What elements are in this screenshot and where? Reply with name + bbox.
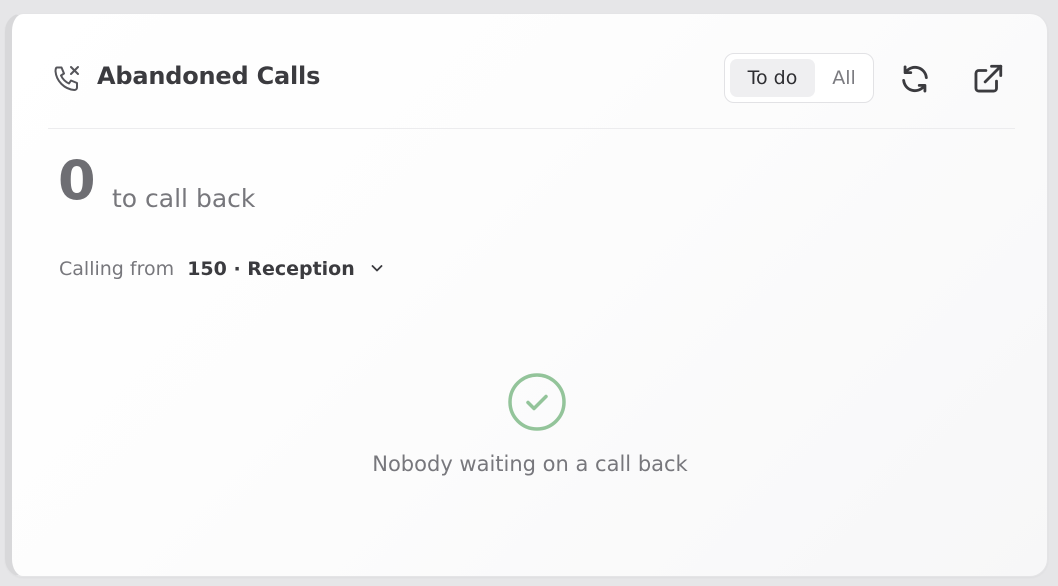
filter-option-todo[interactable]: To do — [730, 59, 815, 97]
calling-from-value: 150 · Reception — [187, 258, 355, 280]
calling-from-label: Calling from — [59, 258, 175, 280]
chevron-down-icon — [369, 255, 385, 272]
abandoned-calls-card: Abandoned Calls To do All 0 to call back… — [5, 13, 1048, 577]
calling-from-select[interactable]: 150 · Reception — [187, 254, 385, 284]
calling-from-row: Calling from 150 · Reception — [59, 254, 385, 284]
phone-missed-icon — [51, 63, 83, 95]
card-header: Abandoned Calls To do All — [48, 14, 1015, 129]
widget-title: Abandoned Calls — [97, 62, 321, 90]
empty-state-message: Nobody waiting on a call back — [372, 452, 688, 476]
check-circle-icon — [507, 372, 567, 432]
callback-count: 0 — [58, 149, 96, 212]
open-external-button[interactable] — [971, 62, 1005, 96]
callback-count-label: to call back — [112, 184, 256, 213]
refresh-icon — [898, 65, 932, 100]
filter-option-all[interactable]: All — [819, 59, 869, 97]
filter-toggle: To do All — [724, 53, 874, 103]
refresh-button[interactable] — [898, 62, 932, 96]
external-link-icon — [971, 64, 1005, 100]
